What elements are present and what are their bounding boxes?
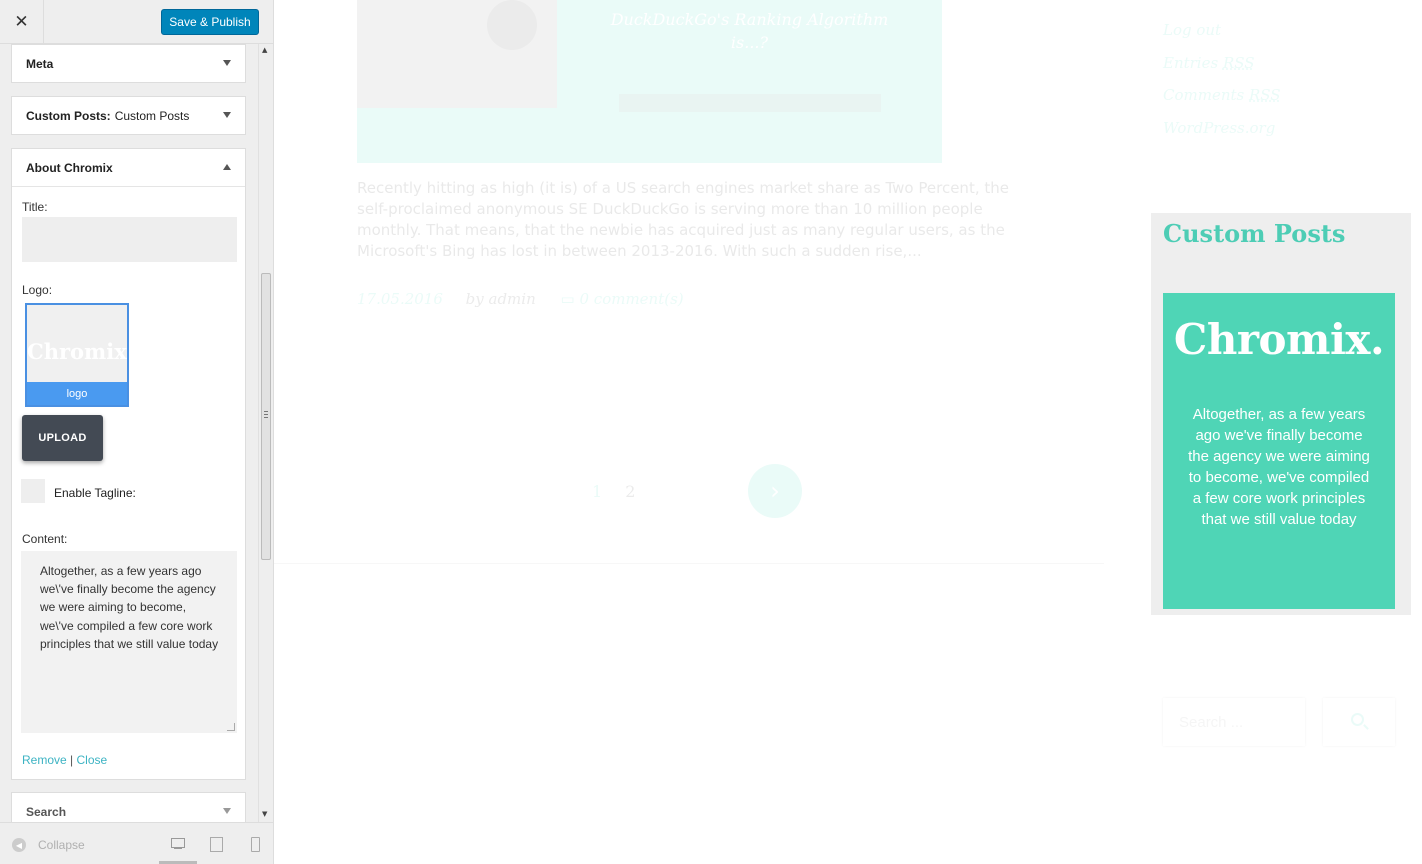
audio-title: DuckDuckGo's Ranking Algorithm is...? <box>610 10 889 52</box>
person-photo <box>487 0 537 50</box>
about-card: Chromix. Altogether, as a few years ago … <box>1163 293 1395 609</box>
rss-abbr: RSS <box>1249 86 1281 104</box>
content-text: Altogether, as a few years ago we\'ve fi… <box>40 564 219 651</box>
audio-player[interactable] <box>619 94 881 112</box>
widget-actions: Remove | Close <box>22 753 107 767</box>
logout-link-text: Log out <box>1163 21 1222 39</box>
close-icon: ✕ <box>14 12 29 32</box>
close-customizer-button[interactable]: ✕ <box>0 0 44 44</box>
search-icon <box>1351 713 1364 726</box>
divider <box>274 563 1104 564</box>
widget-search-header[interactable]: Search <box>12 793 245 822</box>
logout-link[interactable]: Log out <box>1163 14 1281 47</box>
about-text: Altogether, as a few years ago we've fin… <box>1188 406 1370 528</box>
expand-arrow-icon[interactable] <box>223 60 231 66</box>
customizer-sidebar: ✕ Save & Publish Meta Custom Posts: Cust… <box>0 0 274 864</box>
widget-meta[interactable]: Meta <box>11 44 246 83</box>
post-comments[interactable]: ▭ 0 comment(s) <box>561 290 684 308</box>
post-author[interactable]: by admin <box>466 290 536 308</box>
upload-button[interactable]: UPLOAD <box>22 415 103 461</box>
comments-link-text: Comments <box>1163 86 1249 104</box>
title-input[interactable] <box>22 217 237 262</box>
chromix-logo: Chromix. <box>1173 315 1385 364</box>
site-preview: DuckDuckGo's Ranking Algorithm is...? Re… <box>274 0 1422 864</box>
widget-custom-posts-subtitle: Custom Posts <box>114 109 190 123</box>
logo-preview[interactable]: Chromix. logo <box>25 303 129 407</box>
meta-links: Log out Entries RSS Comments RSS WordPre… <box>1163 14 1281 144</box>
logo-image: Chromix. <box>27 339 127 364</box>
post-thumbnail <box>357 0 557 108</box>
resize-handle-icon[interactable] <box>227 723 235 731</box>
widget-custom-posts-header[interactable]: Custom Posts: Custom Posts <box>12 97 245 135</box>
widget-search[interactable]: Search <box>11 792 246 822</box>
collapse-arrow-icon[interactable] <box>223 164 231 170</box>
search-input[interactable]: Search ... <box>1163 698 1305 746</box>
mobile-icon[interactable] <box>250 837 266 852</box>
widget-meta-title: Meta <box>26 57 54 71</box>
comment-icon: ▭ <box>560 290 580 308</box>
page-1[interactable]: 1 <box>592 482 602 501</box>
content-textarea[interactable]: Altogether, as a few years ago we\'ve fi… <box>21 551 237 733</box>
widget-search-title: Search <box>26 805 67 819</box>
content-label: Content: <box>22 532 68 546</box>
logo-label: Logo: <box>22 283 53 297</box>
link-separator: | <box>70 753 74 767</box>
search-button[interactable] <box>1323 698 1395 746</box>
widget-custom-posts-title: Custom Posts: <box>26 109 111 123</box>
entries-link-text: Entries <box>1163 53 1223 72</box>
scroll-down-icon[interactable]: ▼ <box>262 810 267 818</box>
post-excerpt: Recently hitting as high (it is) of a US… <box>357 179 1009 260</box>
title-label: Title: <box>22 200 48 214</box>
save-publish-button[interactable]: Save & Publish <box>161 9 259 35</box>
expand-arrow-icon[interactable] <box>223 808 231 814</box>
entries-rss-link[interactable]: Entries RSS <box>1163 47 1281 80</box>
sidebar-scrollbar[interactable]: ▲ ▼ <box>258 44 273 822</box>
post-audio-card: DuckDuckGo's Ranking Algorithm is...? <box>357 0 942 163</box>
comments-rss-link[interactable]: Comments RSS <box>1163 79 1281 112</box>
widget-meta-header[interactable]: Meta <box>12 45 245 83</box>
enable-tagline-checkbox[interactable] <box>21 479 45 503</box>
widget-custom-posts[interactable]: Custom Posts: Custom Posts <box>11 96 246 135</box>
pagination: 1 2 <box>592 482 635 501</box>
scrollbar-thumb[interactable] <box>261 273 271 560</box>
tablet-icon[interactable] <box>209 837 225 852</box>
custom-posts-widget[interactable]: Custom Posts Chromix. Altogether, as a f… <box>1151 213 1411 615</box>
customizer-footer: ◀ Collapse <box>0 822 273 864</box>
wordpress-link[interactable]: WordPress.org <box>1163 112 1281 145</box>
post-date[interactable]: 17.05.2016 <box>357 290 443 308</box>
desktop-icon[interactable] <box>170 837 186 851</box>
rss-abbr: RSS <box>1222 53 1255 72</box>
expand-arrow-icon[interactable] <box>223 112 231 118</box>
grip-icon <box>264 411 268 418</box>
page-2[interactable]: 2 <box>625 482 635 501</box>
customizer-header: ✕ Save & Publish <box>0 0 273 44</box>
widget-title: Custom Posts <box>1163 219 1346 248</box>
post-comments-count: 0 comment(s) <box>579 290 684 308</box>
collapse-button[interactable]: Collapse <box>38 838 85 852</box>
collapse-icon[interactable]: ◀ <box>12 838 26 852</box>
widgets-panel: Meta Custom Posts: Custom Posts About Ch… <box>0 44 258 822</box>
wordpress-link-text: WordPress.org <box>1163 118 1276 137</box>
widget-about-chromix: About Chromix Title: Logo: Chromix. logo… <box>11 148 246 780</box>
next-page-button[interactable]: › <box>748 464 802 518</box>
widget-about-title: About Chromix <box>26 160 113 175</box>
enable-tagline-label: Enable Tagline: <box>54 486 136 500</box>
scroll-up-icon[interactable]: ▲ <box>262 46 267 54</box>
logo-caption: logo <box>27 382 127 405</box>
chevron-right-icon: › <box>770 477 780 505</box>
close-link[interactable]: Close <box>77 753 108 767</box>
widget-about-header[interactable]: About Chromix <box>12 149 245 187</box>
post-meta: 17.05.2016 by admin ▭ 0 comment(s) <box>357 290 684 308</box>
remove-link[interactable]: Remove <box>22 753 67 767</box>
